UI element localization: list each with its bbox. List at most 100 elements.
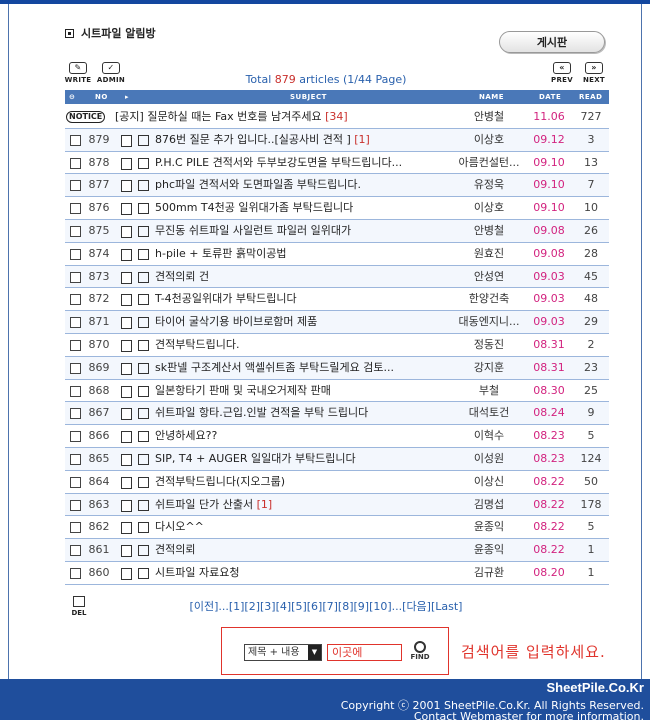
row-checkbox[interactable] [70,271,81,283]
row-checkbox[interactable] [70,180,81,192]
row-read-count: 45 [584,269,598,283]
row-subject[interactable]: 다시오^^ [155,516,465,538]
search-input[interactable]: 이곳에 [327,644,402,661]
row-subject[interactable]: 쉬트파일 단가 산출서 [1] [155,494,465,516]
row-subject[interactable]: 안녕하세요?? [155,425,465,447]
table-row[interactable]: 875 무진동 쉬트파일 사일런트 파일러 일위대가 안병철 09.08 26 [65,219,609,243]
table-row[interactable]: 879 876번 질문 추가 입니다..[실공사비 견적 ] [1] 이상호 09.1… [65,128,609,152]
row-author[interactable]: 김규환 [453,562,525,584]
row-author[interactable]: 한양건축 [453,288,525,310]
row-checkbox[interactable] [70,134,81,146]
document-icon [121,545,132,558]
table-row[interactable]: 868 일본항타기 판매 및 국내오거제작 판매 부철 08.30 25 [65,380,609,403]
table-row[interactable]: 866 안녕하세요?? 이혁수 08.23 5 [65,425,609,448]
row-subject[interactable]: T-4천공일위대가 부탁드립니다 [155,288,465,310]
table-row[interactable]: 874 h-pile + 토류판 흙막이공법 원효진 09.08 28 [65,243,609,266]
row-subject[interactable]: 견적의뢰 [155,539,465,561]
row-checkbox[interactable] [70,567,81,579]
row-author[interactable]: 윤종익 [453,516,525,538]
row-checkbox[interactable] [70,453,81,465]
row-subject[interactable]: 무진동 쉬트파일 사일런트 파일러 일위대가 [155,220,465,242]
row-subject[interactable]: 견적부탁드립니다. [155,334,465,356]
table-row[interactable]: 876 500mm T4천공 일위대가좀 부탁드립니다 이상호 09.10 10 [65,197,609,220]
row-checkbox[interactable] [70,339,81,351]
row-author[interactable]: 대석토건 [453,402,525,424]
row-checkbox[interactable] [70,248,81,260]
row-author[interactable]: 원효진 [453,243,525,265]
table-row[interactable]: 873 견적의뢰 건 안성연 09.03 45 [65,265,609,289]
pagination[interactable]: [이전]...[1][2][3][4][5][6][7][8][9][10]..… [9,598,643,614]
row-author[interactable]: 안성연 [453,266,525,288]
table-row[interactable]: 862 다시오^^ 윤종익 08.22 5 [65,516,609,540]
table-row[interactable]: 871 타이어 굴삭기용 바이브로함머 제품 대동엔지니... 09.03 29 [65,311,609,334]
row-author[interactable]: 강지훈 [453,357,525,379]
row-number: 868 [88,383,110,397]
row-read-count: 7 [587,178,595,192]
row-subject[interactable]: 쉬트파일 항타.근입.인발 견적을 부탁 드립니다 [155,402,465,424]
notice-author[interactable]: 안병철 [453,106,525,128]
row-checkbox[interactable] [70,362,81,374]
table-row[interactable]: 877 phc파일 견적서와 도면파일좀 부탁드립니다. 유정욱 09.10 7 [65,174,609,198]
row-checkbox[interactable] [70,225,81,237]
row-subject[interactable]: P.H.C PILE 견적서와 두부보강도면을 부탁드립니다... [155,152,465,174]
row-author[interactable]: 대동엔지니... [453,311,525,333]
row-subject[interactable]: 876번 질문 추가 입니다..[실공사비 견적 ] [1] [155,129,465,151]
table-row[interactable]: 869 sk판넬 구조계산서 액셀쉬트좀 부탁드릴게요 검토... 강지훈 08.3… [65,356,609,380]
row-author[interactable]: 윤종익 [453,539,525,561]
row-checkbox[interactable] [70,317,81,329]
row-author[interactable]: 정동진 [453,334,525,356]
search-field-select[interactable]: 제목 + 내용 ▼ [244,644,322,661]
row-checkbox[interactable] [70,545,81,557]
row-author[interactable]: 이성원 [453,448,525,470]
row-checkbox[interactable] [70,522,81,534]
row-checkbox[interactable] [70,499,81,511]
row-author[interactable]: 이혁수 [453,425,525,447]
row-checkbox[interactable] [70,294,81,306]
row-subject[interactable]: sk판넬 구조계산서 액셀쉬트좀 부탁드릴게요 검토... [155,357,465,379]
table-row[interactable]: 864 견적부탁드립니다(지오그룹) 이상신 08.22 50 [65,471,609,494]
table-row[interactable]: 867 쉬트파일 항타.근입.인발 견적을 부탁 드립니다 대석토건 08.24 9 [65,402,609,426]
row-author[interactable]: 이상호 [453,197,525,219]
table-row[interactable]: 860 시트파일 자료요청 김규환 08.20 1 [65,562,609,585]
row-checkbox[interactable] [70,157,81,169]
row-checkbox[interactable] [70,476,81,488]
row-author[interactable]: 아름컨설턴... [453,152,525,174]
notice-subject[interactable]: [공지] 질문하실 때는 Fax 번호를 남겨주세요 [34] [115,106,425,128]
row-author[interactable]: 안병철 [453,220,525,242]
board-tab-button[interactable]: 게시판 [499,31,605,53]
find-button[interactable]: FIND [408,641,432,661]
table-row[interactable]: 861 견적의뢰 윤종익 08.22 1 [65,539,609,562]
row-subject[interactable]: 일본항타기 판매 및 국내오거제작 판매 [155,380,465,402]
row-subject[interactable]: 시트파일 자료요청 [155,562,465,584]
row-subject[interactable]: SIP, T4 + AUGER 일일대가 부탁드립니다 [155,448,465,470]
table-row[interactable]: 865 SIP, T4 + AUGER 일일대가 부탁드립니다 이성원 08.23 1… [65,447,609,471]
select-all-icon[interactable]: ⊖ [69,93,75,101]
table-row[interactable]: 878 P.H.C PILE 견적서와 두부보강도면을 부탁드립니다... 아름컨… [65,152,609,175]
row-subject[interactable]: 500mm T4천공 일위대가좀 부탁드립니다 [155,197,465,219]
row-checkbox[interactable] [70,385,81,397]
site-logo[interactable]: SheetPile.Co.Kr [546,680,644,695]
row-subject[interactable]: 타이어 굴삭기용 바이브로함머 제품 [155,311,465,333]
table-header: ⊖ NO ▸ SUBJECT NAME DATE READ [65,90,609,104]
row-date: 08.31 [533,360,565,374]
table-row[interactable]: 863 쉬트파일 단가 산출서 [1] 김명섭 08.22 178 [65,493,609,517]
row-subject[interactable]: h-pile + 토류판 흙막이공법 [155,243,465,265]
row-author[interactable]: 김명섭 [453,494,525,516]
row-subject[interactable]: 견적부탁드립니다(지오그룹) [155,471,465,493]
row-author[interactable]: 유정욱 [453,174,525,196]
row-number: 875 [88,223,110,237]
contact-link[interactable]: Contact Webmaster for more information. [414,710,644,720]
row-author[interactable]: 이상신 [453,471,525,493]
row-author[interactable]: 이상호 [453,129,525,151]
notice-row[interactable]: NOTICE [공지] 질문하실 때는 Fax 번호를 남겨주세요 [34] 안… [65,106,609,129]
row-author[interactable]: 부철 [453,380,525,402]
table-row[interactable]: 872 T-4천공일위대가 부탁드립니다 한양건축 09.03 48 [65,288,609,312]
row-subject[interactable]: phc파일 견적서와 도면파일좀 부탁드립니다. [155,174,465,196]
row-subject[interactable]: 견적의뢰 건 [155,266,465,288]
table-row[interactable]: 870 견적부탁드립니다. 정동진 08.31 2 [65,334,609,357]
row-date: 08.30 [533,383,565,397]
row-checkbox[interactable] [70,408,81,420]
row-checkbox[interactable] [70,203,81,215]
row-checkbox[interactable] [70,431,81,443]
row-number: 865 [88,451,110,465]
